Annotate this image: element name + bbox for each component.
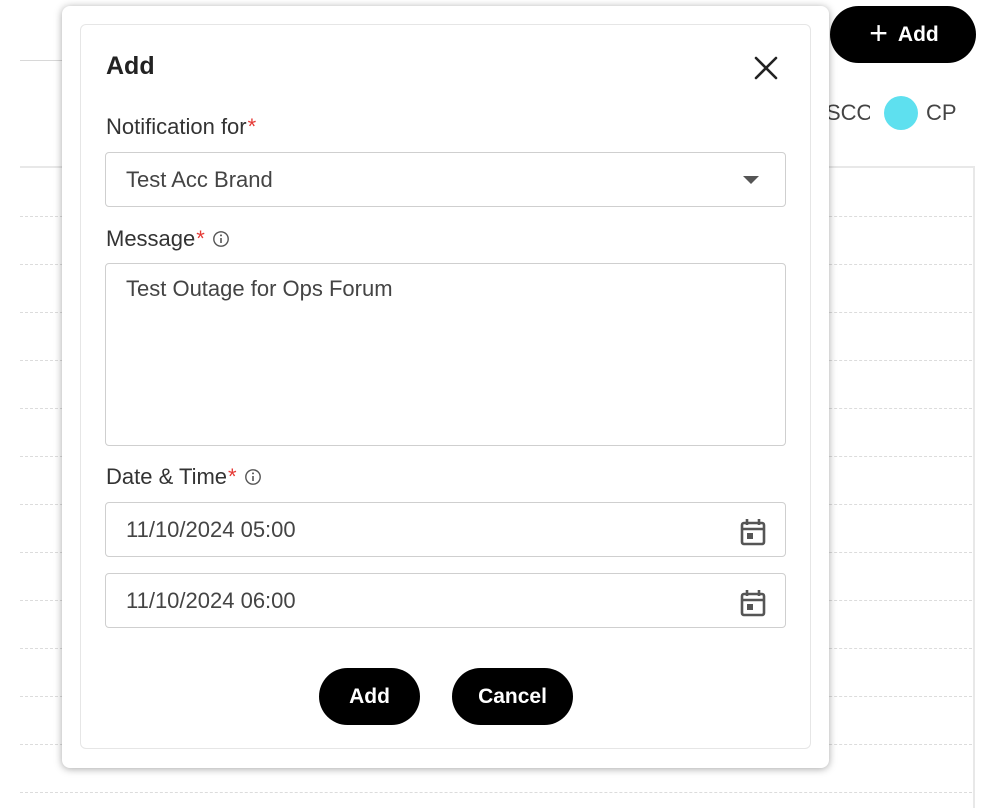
calendar-icon[interactable] [737,516,769,548]
required-mark: * [247,114,257,139]
notification-for-label-text: Notification for [106,114,247,139]
end-datetime-input[interactable]: 11/10/2024 06:00 [105,573,786,628]
notification-for-label: Notification for * [106,114,256,140]
message-textarea[interactable]: Test Outage for Ops Forum [105,263,786,446]
table-row [20,792,972,793]
notification-for-value: Test Acc Brand [126,166,273,192]
page-add-button[interactable]: + Add [830,6,976,63]
message-label-text: Message [106,226,196,251]
notification-for-select[interactable]: Test Acc Brand [105,152,786,207]
info-icon[interactable] [212,230,230,248]
dialog-title: Add [106,52,155,80]
required-mark: * [196,226,205,251]
message-label: Message * [106,226,230,252]
calendar-icon[interactable] [737,587,769,619]
legend: SCO CP [826,96,957,130]
add-button[interactable]: Add [319,668,420,725]
required-mark: * [228,464,237,489]
date-time-label-text: Date & Time [106,464,228,489]
plus-icon: + [869,15,888,51]
caret-down-icon [743,176,759,184]
info-icon[interactable] [244,468,262,486]
date-time-label: Date & Time * [106,464,262,490]
legend-label-cp: CP [926,100,957,125]
end-datetime-value: 11/10/2024 06:00 [126,587,296,613]
cancel-button[interactable]: Cancel [452,668,573,725]
legend-label-sco: SCO [826,100,870,125]
start-datetime-input[interactable]: 11/10/2024 05:00 [105,502,786,557]
start-datetime-value: 11/10/2024 05:00 [126,516,296,542]
legend-dot-cp [884,96,918,130]
close-icon[interactable] [750,52,782,84]
page-add-button-label: Add [897,22,939,46]
add-notification-dialog: Add Notification for * Test Acc Brand Me… [62,6,829,768]
